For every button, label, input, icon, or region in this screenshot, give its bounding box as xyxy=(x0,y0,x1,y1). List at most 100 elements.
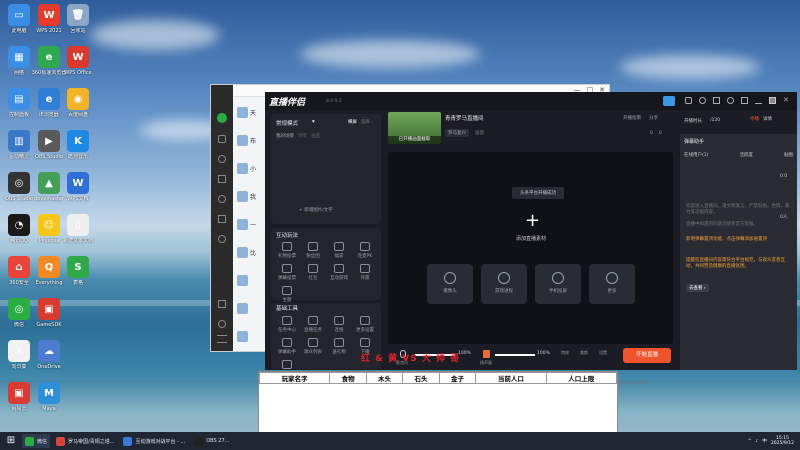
panel-action-button[interactable]: 礼物投票 xyxy=(275,242,299,259)
table-header: 食物 xyxy=(329,372,367,384)
ime-icon[interactable]: 中 xyxy=(762,438,767,444)
add-source-label[interactable]: 添加直播素材 xyxy=(516,235,546,242)
panel-action-button[interactable]: 福袋 xyxy=(327,242,351,259)
phone-icon[interactable] xyxy=(218,300,226,308)
chat-list-item[interactable] xyxy=(237,323,267,349)
stop-tab[interactable]: 停播 xyxy=(750,116,759,122)
minimize-icon[interactable] xyxy=(755,97,762,104)
scene-tab-2[interactable]: 画面 xyxy=(311,133,320,139)
view-link[interactable]: 去查看 › xyxy=(686,284,709,292)
app-icon: ☁ xyxy=(38,340,60,362)
chat-list-item[interactable] xyxy=(237,295,267,321)
tab-stickers[interactable]: 贴图 xyxy=(784,152,793,158)
stream-thumbnail[interactable]: 已开播画面截取 xyxy=(388,112,441,144)
files-icon[interactable] xyxy=(218,175,226,183)
menu-icon[interactable] xyxy=(217,335,227,343)
taskbar-item[interactable]: OBS 27... xyxy=(191,434,232,448)
desktop-icon[interactable]: 🗑 回收站 xyxy=(53,2,103,48)
taskbar-item[interactable]: 互动游戏对战平台 - ... xyxy=(120,434,188,448)
chat-list-item[interactable] xyxy=(237,267,267,293)
desktop-icon[interactable]: W WPS Office xyxy=(53,44,103,90)
taskbar-item[interactable]: 微信 xyxy=(22,434,51,448)
desktop-icon[interactable]: ▣ GameSDK xyxy=(24,296,74,342)
source-button[interactable]: 更多 xyxy=(589,264,635,304)
channels-icon[interactable] xyxy=(218,215,226,223)
chat-list-item[interactable]: 比 xyxy=(237,239,267,265)
start-live-button[interactable]: 开始直播 xyxy=(623,348,671,363)
preview-area[interactable] xyxy=(388,152,673,344)
add-scene-button[interactable]: + 新增图片/文字 xyxy=(299,207,333,213)
mode-label[interactable]: 常规模式 xyxy=(276,119,298,127)
panel-action-button[interactable]: 粉丝团 xyxy=(301,242,325,259)
panel-action-button[interactable]: 红包 xyxy=(301,264,325,281)
panel-action-button[interactable]: 弹幕投票 xyxy=(275,264,299,281)
mail-icon[interactable] xyxy=(713,97,720,104)
details-tab[interactable]: 详情 xyxy=(763,116,772,122)
share-link[interactable]: 分享 xyxy=(649,115,658,121)
speaker-icon[interactable] xyxy=(483,350,490,358)
panel-action-button[interactable]: 许愿 xyxy=(353,264,377,281)
desktop-icon[interactable]: M Maya xyxy=(24,380,74,426)
moments-icon[interactable] xyxy=(218,195,226,203)
stream-category[interactable]: 罗马复兴 xyxy=(445,129,469,137)
chat-list-item[interactable]: 一 xyxy=(237,211,267,237)
scene-tab-1[interactable]: 场景 xyxy=(298,133,307,139)
panel-action-button[interactable]: 连麦PK xyxy=(353,242,377,259)
panel-action-button[interactable]: 连线 xyxy=(327,316,351,333)
panel-action-button[interactable]: 互动游戏 xyxy=(327,264,351,281)
volume-icon[interactable]: ♪ xyxy=(756,439,759,444)
panel-action-label: 直播任务 xyxy=(304,328,322,333)
favorites-icon[interactable] xyxy=(218,155,226,163)
settings-button[interactable]: 设置 xyxy=(599,350,607,356)
effects-button[interactable]: 特效 xyxy=(561,350,569,356)
desktop-icon[interactable]: S 表格 xyxy=(53,254,103,300)
desktop-icon[interactable]: ☁ OneDrive xyxy=(24,338,74,384)
beauty-button[interactable]: 美颜 xyxy=(580,350,588,356)
panel-action-button[interactable]: 观众列表 xyxy=(301,338,325,355)
chat-name: 一 xyxy=(250,221,257,229)
chat-list-item[interactable]: 我 xyxy=(237,183,267,209)
message-1: 欢迎进入直播间，请文明发言，严禁低俗、色情、暴力等违规内容。 xyxy=(686,204,790,215)
desktop-icon[interactable]: W WPS文档 xyxy=(53,170,103,216)
tab-portrait[interactable]: 竖屏 xyxy=(361,119,370,125)
taskbar-item-label: OBS 27... xyxy=(206,438,230,444)
speaker-slider[interactable] xyxy=(495,354,535,356)
close-icon[interactable]: ✕ xyxy=(783,97,790,104)
panel-action-button[interactable]: 直播任务 xyxy=(301,316,325,333)
cube-icon[interactable] xyxy=(663,96,675,106)
chevron-down-icon[interactable]: ▾ xyxy=(312,119,315,125)
start-button[interactable]: ⊞ xyxy=(3,434,19,448)
broadcast-guide-link[interactable]: 开播指南 xyxy=(623,115,641,121)
settings-icon[interactable] xyxy=(218,320,226,328)
chat-list-item[interactable]: 天 xyxy=(237,99,267,125)
source-button[interactable]: 摄像头 xyxy=(427,264,473,304)
search-icon[interactable] xyxy=(218,235,226,243)
headset-icon[interactable] xyxy=(699,97,706,104)
add-icon[interactable]: + xyxy=(525,212,540,230)
source-button[interactable]: 游戏进程 xyxy=(481,264,527,304)
message-icon[interactable] xyxy=(685,97,692,104)
chat-icon[interactable] xyxy=(217,113,227,123)
desktop-icon[interactable]: K 酷狗音乐 xyxy=(53,128,103,174)
panel-action-button[interactable]: 主题 xyxy=(275,286,299,303)
panel-action-button[interactable]: 任务中心 xyxy=(275,316,299,333)
tab-activity[interactable]: 活跃度 xyxy=(739,152,753,158)
chat-list-item[interactable]: 小 xyxy=(237,155,267,181)
tab-online-users[interactable]: 在线用户(1) xyxy=(684,152,708,158)
contacts-icon[interactable] xyxy=(218,135,226,143)
source-button[interactable]: 手机投屏 xyxy=(535,264,581,304)
desktop-icon[interactable]: ◉ 百度网盘 xyxy=(53,86,103,132)
maximize-icon[interactable] xyxy=(769,97,776,104)
tab-landscape[interactable]: 横屏 xyxy=(348,119,357,125)
chat-list-item[interactable]: 布 xyxy=(237,127,267,153)
stream-title[interactable]: 青青罗马直播间 xyxy=(445,114,484,122)
panel-action-button[interactable]: 更多设置 xyxy=(353,316,377,333)
desktop-icon[interactable]: ▯ 新建文本文档 xyxy=(53,212,103,258)
panel-action-button[interactable]: 送礼物 xyxy=(327,338,351,355)
skin-icon[interactable] xyxy=(741,97,748,104)
taskbar-item[interactable]: 罗马帝国/青铜之塔... xyxy=(53,434,117,448)
gear-icon[interactable] xyxy=(727,97,734,104)
danmu-panel: 弹幕助手 在线用户(1) 活跃度 贴图 欢迎进入直播间，请文明发言，严禁低俗、色… xyxy=(680,134,797,370)
tray-arrow-icon[interactable]: ^ xyxy=(748,439,752,444)
panel-action-button[interactable]: 弹幕助手 xyxy=(275,338,299,355)
